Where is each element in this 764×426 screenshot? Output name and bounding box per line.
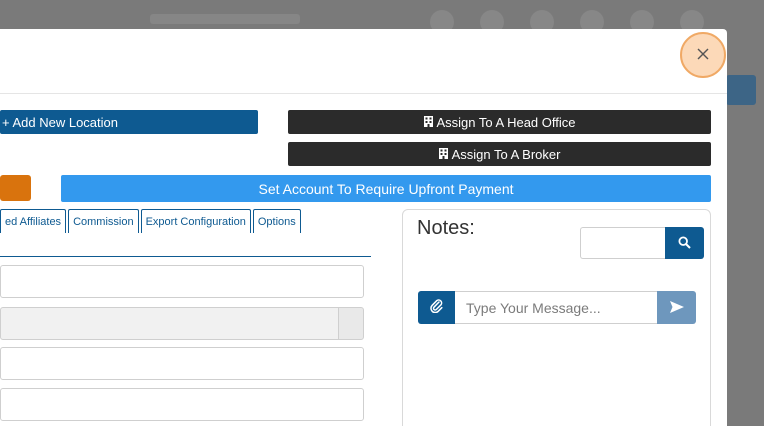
assign-head-office-button[interactable]: Assign To A Head Office <box>288 110 711 134</box>
form-field[interactable] <box>0 388 364 421</box>
close-icon <box>696 46 710 65</box>
notes-search-input[interactable] <box>580 227 666 259</box>
tab-underline <box>0 256 371 257</box>
tab-label: Export Configuration <box>145 215 246 228</box>
tab-affiliates[interactable]: ed Affiliates <box>0 209 67 233</box>
assign-broker-label: Assign To A Broker <box>451 146 561 162</box>
message-input[interactable] <box>455 291 657 324</box>
tab-commission[interactable]: Commission <box>68 209 139 233</box>
upfront-payment-label: Set Account To Require Upfront Payment <box>258 180 514 197</box>
building-icon <box>438 147 448 162</box>
form-field[interactable] <box>0 307 339 340</box>
modal-header <box>0 29 727 94</box>
tab-label: Options <box>257 215 296 228</box>
attach-button[interactable] <box>418 291 455 324</box>
search-icon <box>678 234 691 253</box>
add-location-label: + Add New Location <box>2 114 118 130</box>
close-button[interactable] <box>680 32 726 78</box>
orange-action-button[interactable] <box>0 175 31 201</box>
notes-panel: Notes: <box>402 209 711 426</box>
account-modal: + Add New Location Assign To A Head Offi… <box>0 29 727 426</box>
background-text <box>150 14 300 24</box>
upfront-payment-button[interactable]: Set Account To Require Upfront Payment <box>61 175 711 202</box>
notes-title: Notes: <box>417 217 475 239</box>
add-new-location-button[interactable]: + Add New Location <box>0 110 258 134</box>
form-field[interactable] <box>0 265 364 298</box>
background-button <box>726 75 756 105</box>
assign-broker-button[interactable]: Assign To A Broker <box>288 142 711 166</box>
notes-search-button[interactable] <box>665 227 704 259</box>
tab-options[interactable]: Options <box>252 209 301 233</box>
field-addon[interactable] <box>338 307 364 340</box>
tab-label: ed Affiliates <box>5 215 62 228</box>
send-icon <box>669 298 684 317</box>
tab-label: Commission <box>73 215 134 228</box>
account-tabs: ed Affiliates Commission Export Configur… <box>0 209 301 233</box>
tab-export-configuration[interactable]: Export Configuration <box>140 209 251 233</box>
paperclip-icon <box>430 298 443 317</box>
building-icon <box>423 115 433 130</box>
form-field[interactable] <box>0 347 364 380</box>
assign-head-office-label: Assign To A Head Office <box>436 114 576 130</box>
send-button[interactable] <box>657 291 696 324</box>
